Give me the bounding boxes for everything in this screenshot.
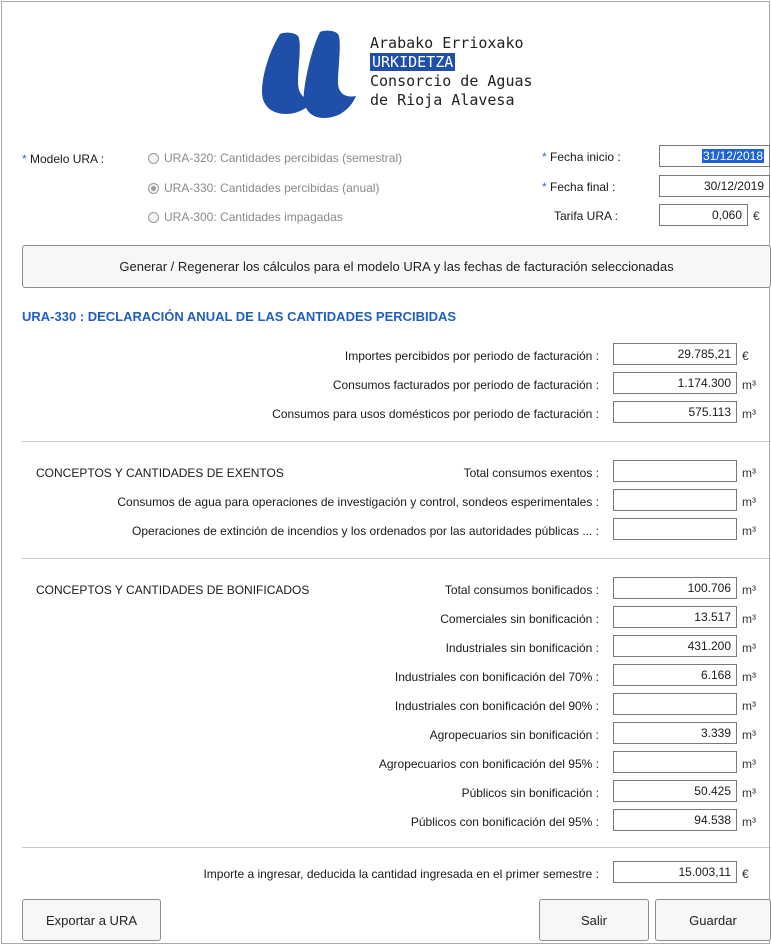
incendios-label: Operaciones de extinción de incendios y … (132, 524, 599, 538)
bonificados-heading: CONCEPTOS Y CANTIDADES DE BONIFICADOS (36, 583, 310, 597)
consumos-facturados-input[interactable]: 1.174.300 (613, 372, 737, 394)
radio-ura-320[interactable]: URA-320: Cantidades percibidas (semestra… (148, 151, 402, 165)
separator (22, 558, 771, 559)
publicos-sin-label: Públicos sin bonificación : (461, 786, 599, 800)
unit-label: m³ (742, 495, 756, 509)
salir-button[interactable]: Salir (539, 899, 649, 941)
logo-line-2: URKIDETZA (370, 53, 456, 71)
agropecuarios-sin-input[interactable]: 3.339 (613, 722, 737, 744)
fecha-inicio-input[interactable]: 31/12/2018 (659, 145, 770, 167)
generar-button[interactable]: Generar / Regenerar los cálculos para el… (22, 245, 771, 288)
importe-ingresar-input[interactable]: 15.003,11 (613, 861, 737, 883)
publicos-95-label: Públicos con bonificación del 95% : (410, 815, 599, 829)
unit-label: m³ (742, 524, 756, 538)
radio-label: URA-320: Cantidades percibidas (semestra… (164, 151, 403, 165)
logo-line-3: Consorcio de Aguas (370, 72, 533, 90)
consumos-domesticos-label: Consumos para usos domésticos por period… (272, 407, 599, 421)
radio-label: URA-300: Cantidades impagadas (164, 210, 343, 224)
comerciales-sin-label: Comerciales sin bonificación : (440, 612, 599, 626)
unit-label: m³ (742, 466, 756, 480)
logo-line-4: de Rioja Alavesa (370, 91, 515, 109)
total-bonificados-label: Total consumos bonificados : (444, 583, 599, 597)
importes-percibidos-label: Importes percibidos por periodo de factu… (344, 349, 599, 363)
importe-ingresar-label: Importe a ingresar, deducida la cantidad… (203, 867, 599, 881)
unit-label: € (742, 349, 749, 363)
unit-label: m³ (742, 670, 756, 684)
unit-label: m³ (742, 757, 756, 771)
agropecuarios-95-input[interactable] (613, 751, 737, 773)
industriales-sin-input[interactable]: 431.200 (613, 635, 737, 657)
industriales-90-input[interactable] (613, 693, 737, 715)
consorcio-logo-icon (262, 30, 356, 118)
radio-circle-selected-icon (148, 182, 159, 194)
fecha-inicio-label-wrap: * Fecha inicio : (542, 150, 621, 164)
unit-label: m³ (742, 583, 756, 597)
publicos-95-input[interactable]: 94.538 (613, 809, 737, 831)
section-title: URA-330 : DECLARACIÓN ANUAL DE LAS CANTI… (22, 309, 457, 324)
industriales-70-input[interactable]: 6.168 (613, 664, 737, 686)
fecha-inicio-label: Fecha inicio : (550, 150, 621, 164)
industriales-90-label: Industriales con bonificación del 90% : (394, 699, 599, 713)
guardar-button[interactable]: Guardar (655, 899, 771, 941)
tarifa-input[interactable]: 0,060 (659, 204, 748, 226)
exentos-heading: CONCEPTOS Y CANTIDADES DE EXENTOS (36, 466, 284, 480)
modelo-label: Modelo URA : (30, 152, 105, 166)
investigacion-input[interactable] (613, 489, 737, 511)
consumos-domesticos-input[interactable]: 575.113 (613, 401, 737, 423)
fecha-final-label-wrap: * Fecha final : (542, 180, 616, 194)
industriales-70-label: Industriales con bonificación del 70% : (394, 670, 599, 684)
unit-label: m³ (742, 612, 756, 626)
unit-label: m³ (742, 641, 756, 655)
investigacion-label: Consumos de agua para operaciones de inv… (117, 495, 599, 509)
separator (22, 847, 771, 848)
unit-label: m³ (742, 786, 756, 800)
industriales-sin-label: Industriales sin bonificación : (445, 641, 599, 655)
separator (22, 441, 771, 442)
publicos-sin-input[interactable]: 50.425 (613, 780, 737, 802)
logo-line-1: Arabako Errioxako (370, 34, 524, 52)
fecha-final-input[interactable]: 30/12/2019 (659, 175, 770, 197)
unit-label: m³ (742, 378, 756, 392)
unit-label: m³ (742, 407, 756, 421)
dialog-window: Arabako Errioxako URKIDETZA Consorcio de… (1, 1, 771, 944)
unit-label: m³ (742, 728, 756, 742)
total-exentos-label: Total consumos exentos : (463, 466, 599, 480)
tarifa-unit: € (753, 209, 760, 223)
comerciales-sin-input[interactable]: 13.517 (613, 606, 737, 628)
logo-text: Arabako Errioxako URKIDETZA Consorcio de… (370, 34, 533, 110)
fecha-final-label: Fecha final : (550, 180, 616, 194)
total-bonificados-input[interactable]: 100.706 (613, 577, 737, 599)
importes-percibidos-input[interactable]: 29.785,21 (613, 343, 737, 365)
exportar-button[interactable]: Exportar a URA (22, 899, 161, 941)
unit-label: € (742, 867, 749, 881)
agropecuarios-95-label: Agropecuarios con bonificación del 95% : (378, 757, 599, 771)
incendios-input[interactable] (613, 518, 737, 540)
radio-circle-icon (148, 152, 159, 164)
tarifa-label: Tarifa URA : (554, 209, 619, 223)
radio-circle-icon (148, 211, 159, 223)
radio-label: URA-330: Cantidades percibidas (anual) (164, 181, 380, 195)
radio-ura-330[interactable]: URA-330: Cantidades percibidas (anual) (148, 181, 379, 195)
radio-ura-300[interactable]: URA-300: Cantidades impagadas (148, 210, 343, 224)
consumos-facturados-label: Consumos facturados por periodo de factu… (332, 378, 599, 392)
unit-label: m³ (742, 815, 756, 829)
total-exentos-input[interactable] (613, 460, 737, 482)
agropecuarios-sin-label: Agropecuarios sin bonificación : (429, 728, 599, 742)
unit-label: m³ (742, 699, 756, 713)
modelo-label-wrap: * Modelo URA : (22, 152, 105, 166)
